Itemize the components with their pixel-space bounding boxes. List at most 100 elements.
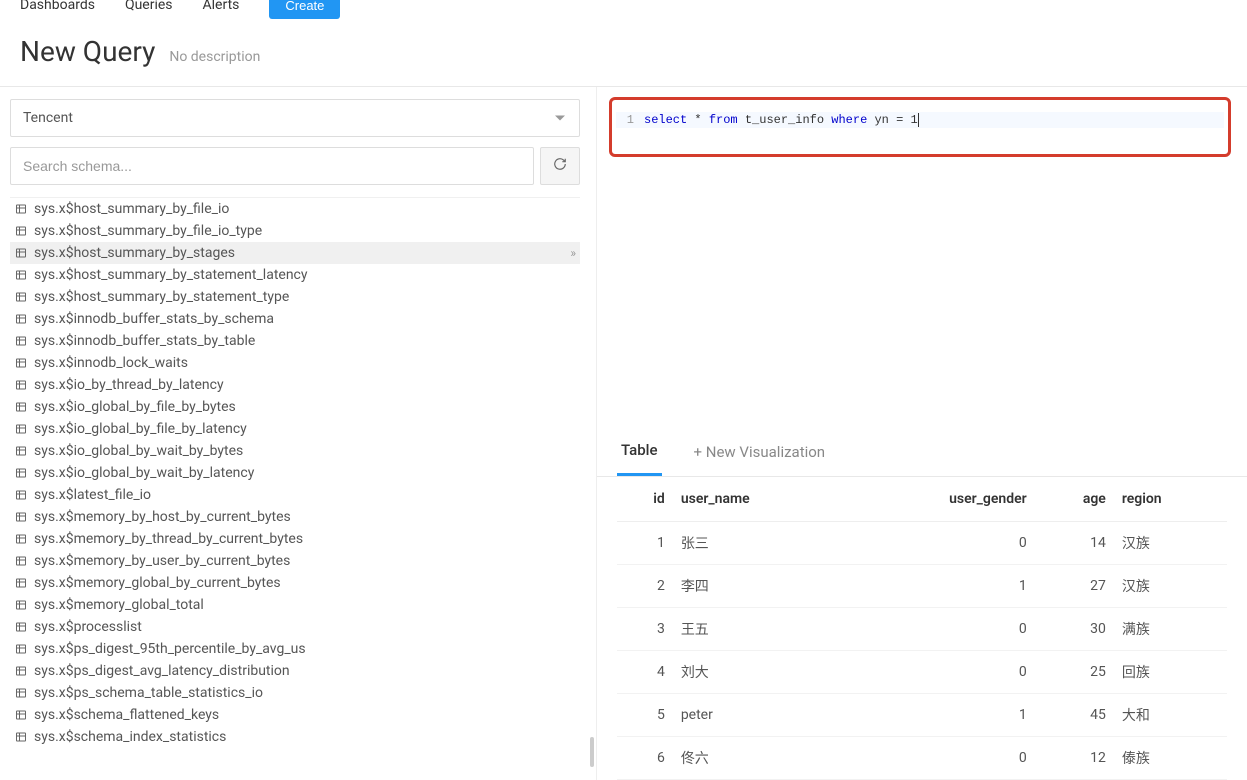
schema-item-label: sys.x$host_summary_by_statement_latency [34, 267, 308, 283]
table-icon [14, 731, 28, 743]
schema-item[interactable]: sys.x$host_summary_by_file_io [10, 198, 580, 220]
schema-item[interactable]: sys.x$io_by_thread_by_latency [10, 374, 580, 396]
schema-item-label: sys.x$host_summary_by_statement_type [34, 289, 289, 305]
schema-item-label: sys.x$host_summary_by_file_io_type [34, 223, 262, 239]
cell: 0 [845, 651, 1035, 694]
nav-queries[interactable]: Queries [125, 0, 173, 13]
schema-item[interactable]: sys.x$innodb_buffer_stats_by_schema [10, 308, 580, 330]
cell: 大和 [1114, 694, 1227, 737]
tab-table[interactable]: Table [617, 427, 662, 476]
schema-item[interactable]: sys.x$ps_digest_95th_percentile_by_avg_u… [10, 638, 580, 660]
results-table: id user_name user_gender age region 1张三0… [597, 477, 1247, 780]
schema-item-label: sys.x$memory_by_host_by_current_bytes [34, 509, 291, 525]
col-age[interactable]: age [1035, 477, 1114, 522]
table-icon [14, 357, 28, 369]
tok-field: yn [874, 113, 888, 127]
schema-search-input[interactable] [10, 147, 534, 185]
schema-item[interactable]: sys.x$innodb_buffer_stats_by_table [10, 330, 580, 352]
cell: peter [673, 694, 845, 737]
schema-item-label: sys.x$processlist [34, 619, 142, 635]
schema-item[interactable]: sys.x$host_summary_by_stages» [10, 242, 580, 264]
tok-table: t_user_info [745, 113, 824, 127]
cell: 5 [617, 694, 673, 737]
refresh-schema-button[interactable] [540, 147, 580, 185]
table-icon [14, 687, 28, 699]
table-row[interactable]: 4刘大025回族 [617, 651, 1227, 694]
table-icon [14, 533, 28, 545]
schema-item-label: sys.x$io_global_by_file_by_latency [34, 421, 247, 437]
schema-item[interactable]: sys.x$processlist [10, 616, 580, 638]
schema-item[interactable]: sys.x$io_global_by_wait_by_bytes [10, 440, 580, 462]
datasource-select[interactable]: Tencent [10, 99, 580, 137]
schema-item[interactable]: sys.x$schema_flattened_keys [10, 704, 580, 726]
col-user-gender[interactable]: user_gender [845, 477, 1035, 522]
table-icon [14, 599, 28, 611]
tab-new-visualization[interactable]: + New Visualization [690, 429, 830, 475]
kw-select: select [644, 113, 687, 127]
table-row[interactable]: 6佟六012傣族 [617, 737, 1227, 780]
schema-item[interactable]: sys.x$latest_file_io [10, 484, 580, 506]
schema-item-label: sys.x$schema_index_statistics [34, 729, 226, 745]
table-row[interactable]: 1张三014汉族 [617, 522, 1227, 565]
schema-item[interactable]: sys.x$host_summary_by_statement_type [10, 286, 580, 308]
schema-item-label: sys.x$ps_digest_avg_latency_distribution [34, 663, 290, 679]
col-region[interactable]: region [1114, 477, 1227, 522]
nav-dashboards[interactable]: Dashboards [20, 0, 95, 13]
cell: 佟六 [673, 737, 845, 780]
schema-item-label: sys.x$memory_by_user_by_current_bytes [34, 553, 290, 569]
table-icon [14, 269, 28, 281]
table-row[interactable]: 3王五030满族 [617, 608, 1227, 651]
schema-item[interactable]: sys.x$memory_by_user_by_current_bytes [10, 550, 580, 572]
schema-item[interactable]: sys.x$io_global_by_wait_by_latency [10, 462, 580, 484]
table-icon [14, 643, 28, 655]
schema-item[interactable]: sys.x$memory_global_by_current_bytes [10, 572, 580, 594]
schema-item[interactable]: sys.x$ps_schema_table_statistics_io [10, 682, 580, 704]
panel-resize-handle[interactable] [590, 87, 596, 780]
schema-item[interactable]: sys.x$ps_digest_avg_latency_distribution [10, 660, 580, 682]
schema-item-label: sys.x$io_by_thread_by_latency [34, 377, 224, 393]
table-icon [14, 379, 28, 391]
schema-item[interactable]: sys.x$host_summary_by_file_io_type [10, 220, 580, 242]
create-button[interactable]: Create [269, 0, 340, 19]
cell: 25 [1035, 651, 1114, 694]
cell: 6 [617, 737, 673, 780]
cell: 汉族 [1114, 522, 1227, 565]
cell: 0 [845, 522, 1035, 565]
cell: 14 [1035, 522, 1114, 565]
schema-item-label: sys.x$schema_flattened_keys [34, 707, 219, 723]
schema-item-label: sys.x$host_summary_by_file_io [34, 201, 229, 217]
table-icon [14, 401, 28, 413]
schema-item[interactable]: sys.x$host_summary_by_statement_latency [10, 264, 580, 286]
result-tabs: Table + New Visualization [597, 427, 1247, 477]
schema-item[interactable]: sys.x$innodb_lock_waits [10, 352, 580, 374]
schema-item[interactable]: sys.x$schema_index_statistics [10, 726, 580, 748]
cell: 汉族 [1114, 565, 1227, 608]
cell: 1 [845, 565, 1035, 608]
table-row[interactable]: 5peter145大和 [617, 694, 1227, 737]
table-icon [14, 511, 28, 523]
schema-item[interactable]: sys.x$io_global_by_file_by_bytes [10, 396, 580, 418]
schema-list[interactable]: sys.x$host_summary_by_file_io sys.x$host_… [10, 197, 580, 757]
table-icon [14, 467, 28, 479]
cell: 30 [1035, 608, 1114, 651]
cell: 满族 [1114, 608, 1227, 651]
sql-editor[interactable]: 1 select * from t_user_info where yn = 1 [609, 97, 1231, 157]
page-subtitle[interactable]: No description [169, 49, 260, 65]
col-id[interactable]: id [617, 477, 673, 522]
table-icon [14, 665, 28, 677]
table-icon [14, 709, 28, 721]
cell: 李四 [673, 565, 845, 608]
schema-item[interactable]: sys.x$io_global_by_file_by_latency [10, 418, 580, 440]
editor-caret [918, 113, 919, 127]
table-icon [14, 247, 28, 259]
nav-alerts[interactable]: Alerts [203, 0, 240, 13]
table-row[interactable]: 2李四127汉族 [617, 565, 1227, 608]
schema-item[interactable]: sys.x$memory_by_host_by_current_bytes [10, 506, 580, 528]
schema-item[interactable]: sys.x$memory_global_total [10, 594, 580, 616]
col-user-name[interactable]: user_name [673, 477, 845, 522]
tok-eq: = [896, 113, 903, 127]
cell: 傣族 [1114, 737, 1227, 780]
tok-star: * [694, 113, 701, 127]
schema-item[interactable]: sys.x$memory_by_thread_by_current_bytes [10, 528, 580, 550]
tok-val: 1 [911, 113, 918, 127]
